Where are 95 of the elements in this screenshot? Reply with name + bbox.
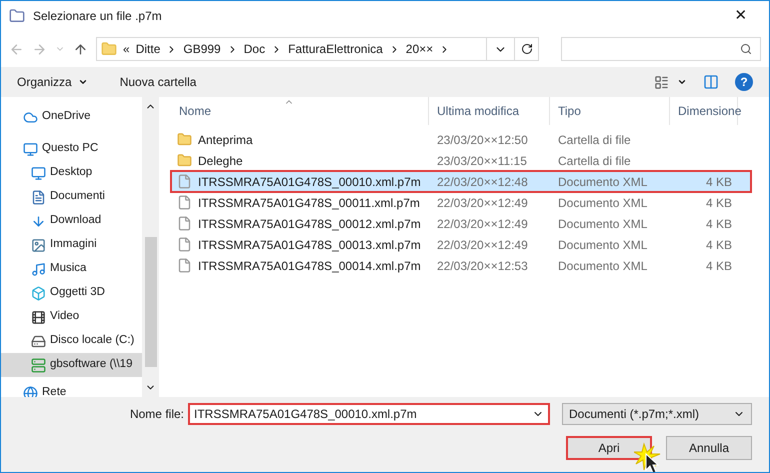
file-icon: [177, 216, 192, 231]
folder-icon: [177, 132, 192, 147]
app-icon: [9, 8, 25, 24]
dialog-button[interactable]: Apri: [566, 436, 652, 460]
size-cell-text: 4 KB: [704, 236, 733, 254]
modified-cell-text: 22/03/20××12:49: [436, 194, 529, 212]
sidebar-item[interactable]: OneDrive: [1, 105, 142, 129]
size-cell-text: 4 KB: [704, 258, 733, 274]
sidebar-item[interactable]: Video: [1, 305, 142, 329]
file-row[interactable]: Deleghe 23/03/20××11:15 Cartella di file: [171, 150, 751, 171]
breadcrumb[interactable]: FatturaElettronica: [288, 40, 383, 58]
modified-cell-text: 22/03/20××12:49: [436, 216, 529, 232]
organize-menu[interactable]: Organizza: [17, 73, 88, 91]
globe-icon: [23, 386, 38, 397]
sidebar-item[interactable]: Rete: [1, 381, 142, 397]
view-options-icon[interactable]: [654, 74, 669, 90]
close-button[interactable]: ✕: [721, 3, 761, 29]
file-row[interactable]: ITRSSMRA75A01G478S_00010.xml.p7m 22/03/20××12:48 Documento XML 4 KB: [171, 171, 751, 192]
file-name-label: Nome file:: [130, 406, 184, 423]
document-icon: [31, 190, 46, 204]
download-icon: [31, 214, 46, 228]
preview-pane-icon[interactable]: [703, 74, 719, 90]
sidebar-item[interactable]: Download: [1, 209, 142, 233]
sidebar-item[interactable]: Desktop: [1, 161, 142, 185]
dialog-button[interactable]: Annulla: [666, 436, 752, 460]
search-field[interactable]: [561, 37, 761, 61]
file-name-cell: ITRSSMRA75A01G478S_00014.xml.p7m: [171, 256, 429, 274]
file-row[interactable]: ITRSSMRA75A01G478S_00011.xml.p7m 22/03/20××12:49 Documento XML 4 KB: [171, 192, 751, 213]
sidebar-item[interactable]: Disco locale (C:): [1, 329, 142, 353]
type-cell-text: Cartella di file: [557, 152, 632, 170]
size-cell-text: 4 KB: [704, 216, 733, 232]
type-cell-text: Documento XML: [557, 174, 648, 190]
column-header[interactable]: Nome: [171, 97, 429, 125]
type-cell-text: Cartella di file: [557, 132, 632, 148]
file-icon: [177, 237, 192, 252]
file-type-dropdown[interactable]: Documenti (*.p7m;*.xml): [562, 403, 752, 425]
image-icon: [31, 238, 46, 252]
file-row[interactable]: ITRSSMRA75A01G478S_00013.xml.p7m 22/03/20××12:49 Documento XML 4 KB: [171, 234, 751, 255]
drive-icon: [31, 334, 46, 348]
modified-cell-text: 22/03/20××12:53: [436, 258, 529, 274]
folder-icon: [177, 153, 192, 168]
file-icon: [177, 174, 192, 189]
folder-icon: [101, 41, 117, 57]
caret-icon: [78, 77, 88, 87]
size-cell-text: 4 KB: [704, 174, 733, 190]
music-note-icon: [31, 262, 46, 276]
desktop-icon: [31, 166, 46, 180]
type-cell-text: Documento XML: [557, 194, 648, 212]
search-icon: [740, 43, 752, 55]
type-cell-text: Documento XML: [557, 258, 648, 274]
type-cell-text: Documento XML: [557, 216, 648, 232]
scroll-thumb[interactable]: [144, 237, 156, 367]
file-name-cell: ITRSSMRA75A01G478S_00011.xml.p7m: [171, 194, 429, 212]
address-bar[interactable]: « Ditte GB999 Doc FatturaElettronica 20××: [96, 37, 539, 61]
help-button[interactable]: ?: [735, 73, 753, 91]
window-title: Selezionare un file .p7m: [33, 8, 162, 25]
column-header[interactable]: Tipo: [550, 97, 670, 125]
new-folder-button[interactable]: Nuova cartella: [120, 73, 196, 91]
file-name-field[interactable]: ITRSSMRA75A01G478S_00010.xml.p7m: [188, 403, 550, 425]
up-icon[interactable]: [73, 42, 88, 56]
sidebar-item[interactable]: Immagini: [1, 233, 142, 257]
breadcrumb[interactable]: GB999: [183, 40, 221, 58]
file-row[interactable]: ITRSSMRA75A01G478S_00014.xml.p7m 22/03/20××12:53 Documento XML 4 KB: [171, 255, 751, 276]
caret-icon[interactable]: [677, 77, 687, 87]
file-row[interactable]: ITRSSMRA75A01G478S_00012.xml.p7m 22/03/20××12:49 Documento XML 4 KB: [171, 213, 751, 234]
modified-cell-text: 23/03/20××12:50: [436, 132, 529, 148]
network-drive-icon: [31, 358, 46, 372]
size-cell-text: 4 KB: [704, 194, 733, 212]
sidebar-item[interactable]: gbsoftware (\\19: [1, 353, 142, 377]
file-name-cell: ITRSSMRA75A01G478S_00010.xml.p7m: [171, 172, 429, 190]
file-row[interactable]: Anteprima 23/03/20××12:50 Cartella di file: [171, 129, 751, 150]
type-cell-text: Documento XML: [557, 236, 648, 254]
refresh-icon: [520, 43, 532, 55]
computer-icon: [23, 142, 38, 156]
film-icon: [31, 310, 46, 324]
cloud-icon: [23, 110, 38, 124]
modified-cell-text: 23/03/20××11:15: [436, 152, 528, 170]
breadcrumb[interactable]: Ditte: [136, 40, 160, 58]
breadcrumb[interactable]: 20××: [406, 40, 434, 58]
column-header[interactable]: Ultima modifica: [429, 97, 550, 125]
sidebar-item[interactable]: Oggetti 3D: [1, 281, 142, 305]
file-icon: [177, 258, 192, 273]
file-icon: [177, 195, 192, 210]
breadcrumb[interactable]: Doc: [244, 40, 266, 58]
sidebar-item[interactable]: Documenti: [1, 185, 142, 209]
file-name-cell: ITRSSMRA75A01G478S_00013.xml.p7m: [171, 236, 429, 254]
overflow-marker[interactable]: «: [123, 40, 130, 58]
sidebar-item[interactable]: Questo PC: [1, 137, 142, 161]
modified-cell-text: 22/03/20××12:48: [436, 174, 529, 190]
sidebar-item[interactable]: Musica: [1, 257, 142, 281]
file-name-cell: Anteprima: [171, 130, 429, 148]
cube-icon: [31, 286, 46, 300]
file-name-cell: ITRSSMRA75A01G478S_00012.xml.p7m: [171, 214, 429, 232]
modified-cell-text: 22/03/20××12:49: [436, 236, 529, 254]
file-name-cell: Deleghe: [171, 152, 429, 170]
